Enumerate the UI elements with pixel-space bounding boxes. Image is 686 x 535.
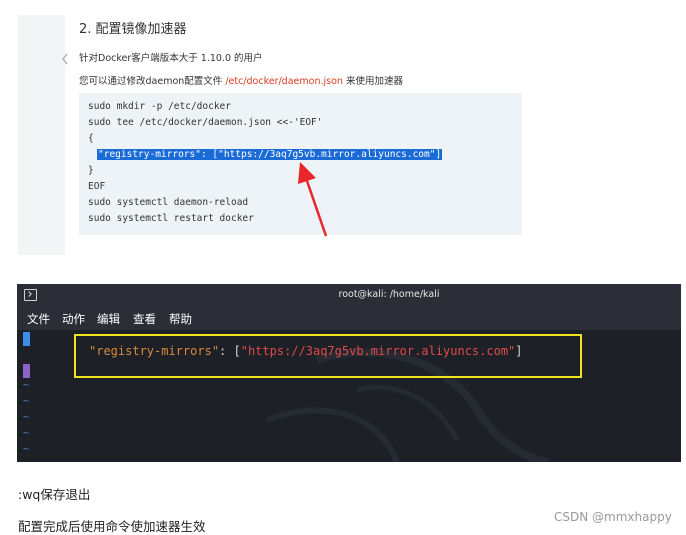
yellow-highlight-box: [74, 334, 582, 378]
cursor-marker: [23, 332, 30, 346]
code-line: }: [88, 165, 94, 176]
code-line: sudo mkdir -p /etc/docker: [88, 101, 231, 112]
empty-line-tilde: ~: [23, 380, 30, 391]
line-marker: [23, 364, 30, 378]
terminal-menubar: 文件 动作 编辑 查看 帮助: [17, 306, 681, 330]
csdn-watermark: CSDN @mmxhappy: [554, 510, 672, 524]
empty-line-tilde: ~: [23, 412, 30, 423]
empty-line-tilde: ~: [23, 396, 30, 407]
menu-edit[interactable]: 编辑: [97, 311, 120, 327]
terminal-title: root@kali: /home/kali: [338, 289, 440, 300]
terminal-window: root@kali: /home/kali 文件 动作 编辑 查看 帮助 ~ ~…: [17, 284, 681, 462]
doc-intro-text: 针对Docker客户端版本大于 1.10.0 的用户: [79, 53, 263, 64]
config-file-path: /etc/docker/daemon.json: [225, 76, 343, 87]
menu-help[interactable]: 帮助: [169, 311, 192, 327]
empty-line-tilde: ~: [23, 428, 30, 439]
chevron-left-icon[interactable]: [60, 52, 72, 66]
code-line: sudo tee /etc/docker/daemon.json <<-'EOF…: [88, 117, 323, 128]
code-line: EOF: [88, 181, 106, 192]
aliyun-doc-screenshot: 2. 配置镜像加速器 针对Docker客户端版本大于 1.10.0 的用户 您可…: [18, 0, 682, 255]
menu-action[interactable]: 动作: [62, 311, 85, 327]
empty-line-tilde: ~: [23, 444, 30, 455]
apply-config-text: 配置完成后使用命令使加速器生效: [18, 519, 206, 534]
code-block: sudo mkdir -p /etc/docker sudo tee /etc/…: [79, 93, 522, 235]
doc-instruction-text: 您可以通过修改daemon配置文件 /etc/docker/daemon.jso…: [79, 73, 403, 87]
code-line: sudo systemctl daemon-reload: [88, 197, 249, 208]
code-line: sudo systemctl restart docker: [88, 213, 254, 224]
terminal-titlebar: root@kali: /home/kali: [17, 284, 681, 306]
code-line: {: [88, 133, 94, 144]
doc-side-panel: [18, 15, 65, 255]
save-exit-text: :wq保存退出: [18, 487, 91, 502]
instruction-prefix: 您可以通过修改daemon配置文件: [79, 76, 226, 87]
instruction-suffix: 来使用加速器: [342, 76, 403, 87]
menu-file[interactable]: 文件: [27, 311, 50, 327]
highlighted-code-line[interactable]: "registry-mirrors": ["https://3aq7g5vb.m…: [97, 149, 443, 160]
section-heading: 2. 配置镜像加速器: [79, 22, 187, 37]
menu-view[interactable]: 查看: [133, 311, 156, 327]
